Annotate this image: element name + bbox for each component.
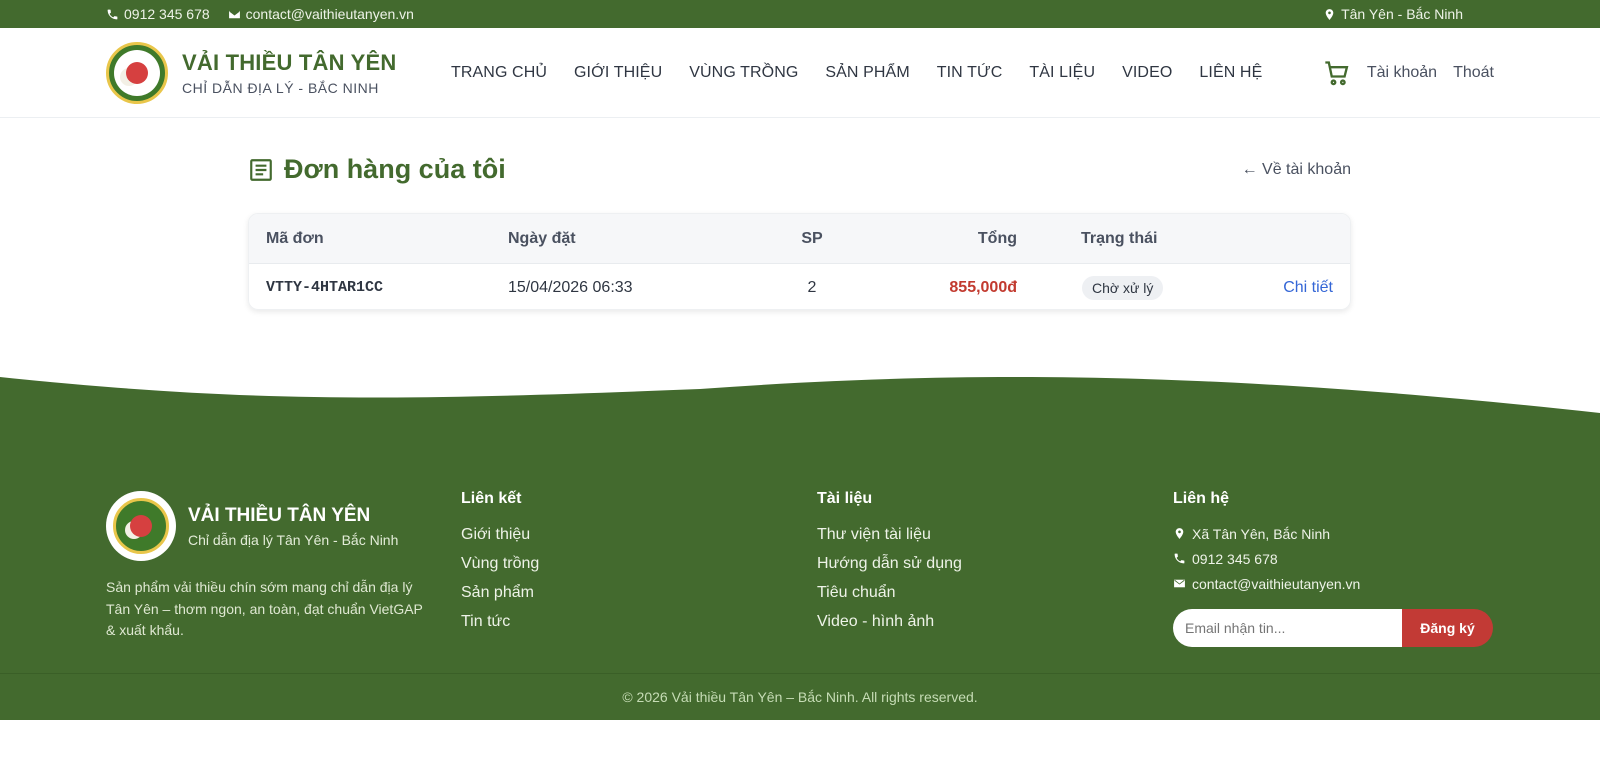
col-order-date: Ngày đặt	[508, 229, 576, 247]
footer-doc-standards[interactable]: Tiêu chuẩn	[817, 584, 962, 603]
location-pin-icon	[1175, 528, 1184, 539]
order-code: VTTY-4HTAR1CC	[266, 279, 384, 296]
status-badge: Chờ xử lý	[1082, 275, 1164, 300]
footer-brand-title: VẢI THIỀU TÂN YÊN	[188, 504, 371, 526]
subscribe-button[interactable]: Đăng ký	[1402, 609, 1493, 647]
mail-icon	[1174, 579, 1185, 588]
footer-link-news[interactable]: Tin tức	[461, 613, 539, 632]
footer-link-about[interactable]: Giới thiệu	[461, 526, 539, 545]
top-email-text: contact@vaithieutanyen.vn	[245, 6, 414, 22]
top-phone-text: 0912 345 678	[124, 6, 210, 22]
footer-logo	[106, 491, 176, 561]
nav-news[interactable]: TIN TỨC	[937, 64, 1003, 82]
footer-link-products[interactable]: Sản phẩm	[461, 584, 539, 603]
footer-email-text: contact@vaithieutanyen.vn	[1192, 575, 1361, 592]
footer-address: Xã Tân Yên, Bắc Ninh	[1173, 525, 1360, 542]
top-phone: 0912 345 678	[106, 6, 210, 22]
order-items: 2	[807, 278, 817, 296]
footer-contact: Xã Tân Yên, Bắc Ninh 0912 345 678 contac…	[1173, 525, 1360, 592]
brand[interactable]: VẢI THIỀU TÂN YÊN CHỈ DẪN ĐỊA LÝ - BẮC N…	[106, 41, 451, 104]
lychee-icon	[130, 515, 152, 537]
footer-link-growing-area[interactable]: Vùng trồng	[461, 555, 539, 574]
links-heading: Liên kết	[461, 490, 522, 507]
mail-icon	[228, 10, 240, 18]
back-to-account-link[interactable]: ← Về tài khoản	[1242, 161, 1351, 179]
col-status: Trạng thái	[1081, 229, 1158, 247]
col-items: SP	[801, 229, 823, 247]
nav-growing-area[interactable]: VÙNG TRỒNG	[689, 64, 798, 82]
nav-documents[interactable]: TÀI LIỆU	[1029, 64, 1095, 82]
top-bar: 0912 345 678 contact@vaithieutanyen.vn T…	[0, 0, 1600, 28]
footer-phone-text: 0912 345 678	[1192, 550, 1278, 567]
footer-docs: Thư viện tài liệu Hướng dẫn sử dụng Tiêu…	[817, 526, 962, 632]
top-email[interactable]: contact@vaithieutanyen.vn	[228, 6, 414, 22]
phone-icon	[107, 9, 118, 19]
top-location: Tân Yên - Bắc Ninh	[1323, 6, 1463, 22]
table-row: VTTY-4HTAR1CC 15/04/2026 06:33 2 855,000…	[249, 264, 1350, 309]
nav-video[interactable]: VIDEO	[1122, 64, 1172, 82]
site-header: VẢI THIỀU TÂN YÊN CHỈ DẪN ĐỊA LÝ - BẮC N…	[0, 28, 1600, 118]
brand-subtitle: CHỈ DẪN ĐỊA LÝ - BẮC NINH	[182, 79, 379, 96]
col-total: Tổng	[977, 229, 1017, 247]
page-heading: Đơn hàng của tôi	[248, 154, 506, 185]
footer-email[interactable]: contact@vaithieutanyen.vn	[1173, 575, 1360, 592]
phone-icon	[1174, 553, 1185, 564]
main-nav: TRANG CHỦ GIỚI THIỆU VÙNG TRỒNG SẢN PHẨM…	[451, 64, 1262, 82]
footer-wave	[0, 376, 1600, 423]
footer-brand: VẢI THIỀU TÂN YÊN Chỉ dẫn địa lý Tân Yên…	[106, 491, 398, 561]
top-location-text: Tân Yên - Bắc Ninh	[1341, 6, 1463, 22]
order-detail-link[interactable]: Chi tiết	[1283, 279, 1333, 297]
site-footer: VẢI THIỀU TÂN YÊN Chỉ dẫn địa lý Tân Yên…	[0, 373, 1600, 720]
copyright: © 2026 Vải thiều Tân Yên – Bắc Ninh. All…	[0, 673, 1600, 720]
newsletter-email-input[interactable]	[1173, 609, 1402, 647]
cart-icon[interactable]	[1323, 59, 1351, 87]
logo	[106, 41, 168, 104]
footer-description: Sản phẩm vải thiều chín sớm mang chỉ dẫn…	[106, 579, 423, 638]
col-order-code: Mã đơn	[266, 229, 324, 247]
receipt-icon	[250, 158, 272, 181]
logout-link[interactable]: Thoát	[1453, 64, 1494, 82]
page-title: Đơn hàng của tôi	[284, 154, 506, 184]
footer-doc-library[interactable]: Thư viện tài liệu	[817, 526, 962, 545]
nav-about[interactable]: GIỚI THIỆU	[574, 64, 662, 82]
table-header: Mã đơn Ngày đặt SP Tổng Trạng thái	[249, 214, 1350, 264]
lychee-icon	[126, 61, 148, 84]
footer-doc-media[interactable]: Video - hình ảnh	[817, 613, 962, 632]
brand-title: VẢI THIỀU TÂN YÊN	[182, 49, 397, 75]
order-date: 15/04/2026 06:33	[508, 278, 633, 296]
footer-links: Giới thiệu Vùng trồng Sản phẩm Tin tức	[461, 526, 539, 632]
footer-brand-subtitle: Chỉ dẫn địa lý Tân Yên - Bắc Ninh	[188, 531, 399, 548]
orders-table: Mã đơn Ngày đặt SP Tổng Trạng thái VTTY-…	[248, 213, 1351, 310]
newsletter-form: Đăng ký	[1173, 609, 1493, 647]
order-total: 855,000đ	[949, 278, 1017, 296]
nav-home[interactable]: TRANG CHỦ	[451, 64, 547, 82]
page-bottom	[0, 720, 1600, 762]
contact-heading: Liên hệ	[1173, 490, 1230, 507]
docs-heading: Tài liệu	[817, 490, 873, 507]
account-link[interactable]: Tài khoản	[1367, 64, 1437, 82]
nav-products[interactable]: SẢN PHẨM	[825, 64, 909, 82]
footer-phone: 0912 345 678	[1173, 550, 1360, 567]
nav-contact[interactable]: LIÊN HỆ	[1199, 64, 1262, 82]
orders-page: Đơn hàng của tôi ← Về tài khoản Mã đơn N…	[0, 118, 1600, 373]
footer-address-text: Xã Tân Yên, Bắc Ninh	[1192, 525, 1331, 542]
location-pin-icon	[1325, 8, 1334, 20]
footer-doc-guide[interactable]: Hướng dẫn sử dụng	[817, 555, 962, 574]
